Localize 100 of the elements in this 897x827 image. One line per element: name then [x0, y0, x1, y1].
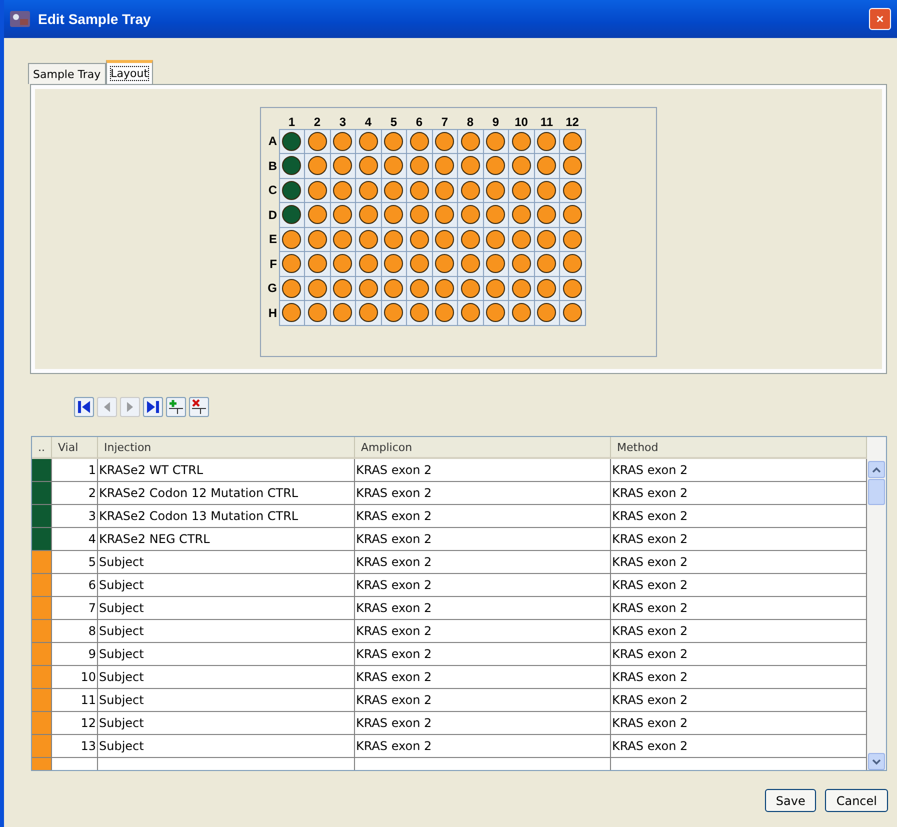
well[interactable]	[460, 180, 480, 200]
well[interactable]	[333, 180, 352, 200]
well[interactable]	[486, 303, 506, 322]
well[interactable]	[512, 230, 531, 249]
well[interactable]	[384, 180, 404, 200]
well[interactable]	[282, 205, 302, 224]
well[interactable]	[282, 230, 302, 249]
well[interactable]	[486, 278, 506, 298]
well[interactable]	[410, 278, 429, 298]
well[interactable]	[308, 156, 327, 176]
well[interactable]	[410, 156, 429, 176]
well[interactable]	[512, 132, 531, 151]
well[interactable]	[460, 156, 480, 176]
well[interactable]	[308, 254, 327, 274]
well[interactable]	[460, 278, 480, 298]
well[interactable]	[384, 278, 404, 298]
well[interactable]	[486, 230, 506, 249]
well[interactable]	[562, 230, 582, 249]
well[interactable]	[512, 180, 531, 200]
scroll-down-button[interactable]	[868, 753, 885, 770]
well[interactable]	[282, 303, 302, 322]
delete-row-button[interactable]	[189, 397, 209, 417]
well[interactable]	[384, 254, 404, 274]
well[interactable]	[333, 205, 352, 224]
well[interactable]	[435, 303, 454, 322]
well[interactable]	[486, 254, 506, 274]
well[interactable]	[308, 230, 327, 249]
well[interactable]	[512, 205, 531, 224]
well[interactable]	[512, 303, 531, 322]
well[interactable]	[410, 205, 429, 224]
well[interactable]	[358, 230, 378, 249]
well[interactable]	[562, 254, 582, 274]
well[interactable]	[460, 205, 480, 224]
well[interactable]	[282, 156, 302, 176]
well[interactable]	[435, 230, 454, 249]
well[interactable]	[358, 132, 378, 151]
column-header[interactable]: Vial	[52, 437, 98, 459]
well[interactable]	[308, 132, 327, 151]
well[interactable]	[562, 156, 582, 176]
well[interactable]	[562, 205, 582, 224]
well[interactable]	[512, 278, 531, 298]
well[interactable]	[512, 156, 531, 176]
well[interactable]	[435, 132, 454, 151]
well[interactable]	[333, 278, 352, 298]
tab[interactable]: Sample Tray	[28, 63, 106, 84]
well[interactable]	[460, 132, 480, 151]
well[interactable]	[562, 180, 582, 200]
well[interactable]	[282, 132, 302, 151]
scroll-thumb[interactable]	[868, 479, 885, 505]
well[interactable]	[384, 205, 404, 224]
dialog-button[interactable]: Cancel	[825, 789, 888, 812]
well[interactable]	[537, 230, 556, 249]
well[interactable]	[410, 180, 429, 200]
column-header[interactable]: Method	[611, 437, 867, 459]
well[interactable]	[333, 156, 352, 176]
well[interactable]	[486, 205, 506, 224]
add-row-button[interactable]	[166, 397, 186, 417]
well[interactable]	[537, 254, 556, 274]
dialog-button[interactable]: Save	[764, 789, 816, 812]
well[interactable]	[282, 278, 302, 298]
well[interactable]	[486, 156, 506, 176]
well[interactable]	[308, 303, 327, 322]
well[interactable]	[358, 156, 378, 176]
well[interactable]	[384, 156, 404, 176]
well[interactable]	[358, 180, 378, 200]
well[interactable]	[537, 205, 556, 224]
well[interactable]	[486, 132, 506, 151]
well[interactable]	[537, 303, 556, 322]
well[interactable]	[333, 303, 352, 322]
well[interactable]	[512, 254, 531, 274]
well[interactable]	[333, 254, 352, 274]
well[interactable]	[435, 156, 454, 176]
well[interactable]	[562, 132, 582, 151]
well[interactable]	[384, 132, 404, 151]
well[interactable]	[435, 205, 454, 224]
well[interactable]	[562, 303, 582, 322]
column-header[interactable]: ..	[32, 437, 52, 459]
well[interactable]	[333, 132, 352, 151]
well[interactable]	[537, 278, 556, 298]
well[interactable]	[460, 230, 480, 249]
well[interactable]	[435, 254, 454, 274]
well[interactable]	[308, 205, 327, 224]
well[interactable]	[282, 254, 302, 274]
well[interactable]	[410, 230, 429, 249]
well[interactable]	[410, 254, 429, 274]
scroll-up-button[interactable]	[868, 461, 885, 478]
well[interactable]	[562, 278, 582, 298]
column-header[interactable]: Injection	[98, 437, 355, 459]
column-header[interactable]: Amplicon	[355, 437, 611, 459]
well[interactable]	[435, 278, 454, 298]
well[interactable]	[537, 132, 556, 151]
well[interactable]	[460, 254, 480, 274]
well[interactable]	[358, 254, 378, 274]
well[interactable]	[333, 230, 352, 249]
well[interactable]	[384, 230, 404, 249]
tab[interactable]: Layout	[106, 60, 154, 84]
well[interactable]	[358, 278, 378, 298]
close-button[interactable]	[869, 8, 891, 30]
well[interactable]	[410, 132, 429, 151]
well[interactable]	[460, 303, 480, 322]
